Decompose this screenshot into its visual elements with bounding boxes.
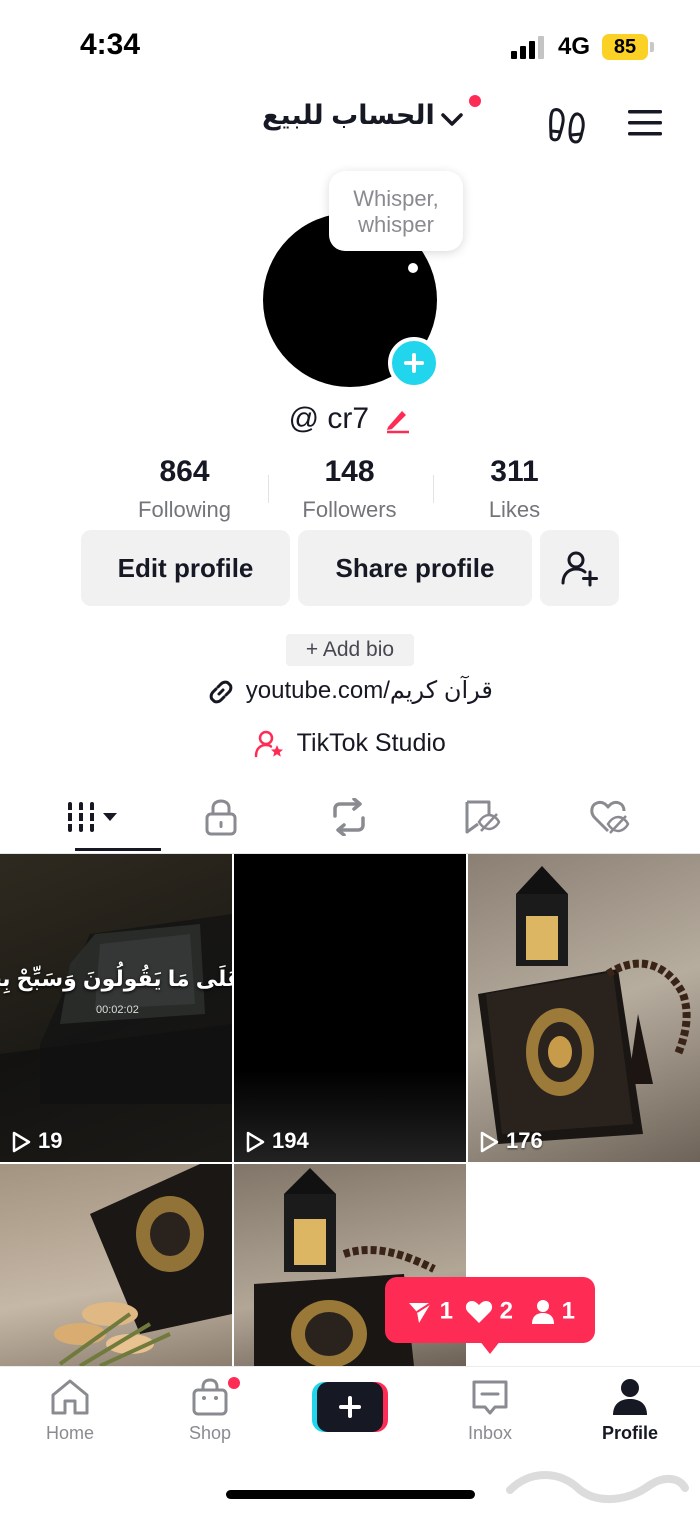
person-icon	[532, 1299, 554, 1324]
followers-notification: 1	[531, 1297, 575, 1326]
create-button[interactable]	[312, 1382, 388, 1432]
status-bar: 4:34 4G 85	[0, 0, 700, 90]
video-timestamp: 00:02:02	[96, 1004, 139, 1016]
edit-profile-button[interactable]: Edit profile	[81, 530, 290, 606]
shop-notification-dot	[228, 1377, 240, 1389]
link-icon	[209, 680, 233, 704]
video-overlay-text: عَلَى مَا يَقُولُونَ وَسَبِّحْ بِحَمْ	[0, 966, 232, 991]
creator-star-icon	[254, 731, 284, 758]
nav-profile-label: Profile	[601, 1423, 658, 1443]
plus-icon	[404, 353, 424, 373]
home-indicator[interactable]	[226, 1490, 475, 1499]
plus-icon	[339, 1396, 361, 1418]
view-count: 19	[10, 1128, 62, 1154]
likes-label: Likes	[488, 497, 541, 522]
add-friends-button[interactable]	[540, 530, 619, 606]
profile-tabs	[0, 782, 700, 854]
chevron-down-icon[interactable]	[440, 112, 464, 128]
battery-tip	[650, 42, 654, 52]
tab-favorites[interactable]	[412, 782, 552, 852]
signal-icon	[511, 35, 547, 59]
quran-flowers-image	[54, 1164, 232, 1366]
nav-shop[interactable]: Shop	[140, 1377, 280, 1444]
username: @ cr7	[288, 402, 370, 435]
likes-count: 311	[490, 455, 539, 488]
nav-profile[interactable]: Profile	[560, 1377, 700, 1444]
video-grid: عَلَى مَا يَقُولُونَ وَسَبِّحْ بِحَمْ 00…	[0, 854, 700, 1366]
stat-followers[interactable]: 148 Followers	[267, 455, 432, 523]
tiktok-studio-label: TikTok Studio	[296, 729, 446, 757]
following-count: 864	[159, 455, 210, 488]
video-thumbnail[interactable]: عَلَى مَا يَقُولُونَ وَسَبِّحْ بِحَمْ 00…	[0, 854, 232, 1162]
stat-likes[interactable]: 311 Likes	[432, 455, 597, 523]
whisper-bubble-tail	[408, 263, 418, 273]
edit-pencil-icon[interactable]	[383, 406, 411, 434]
battery-icon: 85	[602, 34, 648, 60]
home-icon	[51, 1379, 89, 1415]
play-icon	[246, 1131, 265, 1153]
likes-notification: 2	[465, 1297, 513, 1326]
profile-stats: 864 Following 148 Followers 311 Likes	[102, 455, 598, 525]
nav-shop-label: Shop	[188, 1423, 232, 1443]
inbox-icon	[472, 1380, 508, 1415]
add-avatar-button[interactable]	[388, 337, 440, 389]
username-row: @ cr7	[0, 402, 700, 436]
shopping-bag-icon	[192, 1378, 228, 1416]
footprints-icon[interactable]	[546, 104, 588, 146]
bio-link-text: youtube.com/قرآن كريم	[245, 677, 493, 704]
play-icon	[12, 1131, 31, 1153]
followers-count: 148	[324, 455, 375, 488]
add-user-icon	[561, 551, 598, 587]
profile-header: الحساب للبيع	[0, 90, 700, 160]
person-icon	[613, 1379, 647, 1415]
tab-private[interactable]	[151, 782, 291, 852]
lock-icon	[205, 799, 237, 836]
whisper-text: Whisper, whisper	[353, 186, 439, 237]
video-thumbnail[interactable]: 176	[468, 854, 700, 1162]
send-icon	[409, 1301, 432, 1323]
menu-icon[interactable]	[626, 108, 664, 138]
tab-videos[interactable]	[25, 782, 165, 852]
view-count: 176	[478, 1128, 543, 1154]
notification-tail	[479, 1340, 501, 1354]
active-tab-indicator	[75, 848, 161, 851]
grid-icon	[66, 802, 117, 832]
add-bio-button[interactable]: + Add bio	[286, 634, 414, 666]
activity-notification[interactable]: 1 2 1	[385, 1277, 595, 1343]
network-type: 4G	[558, 33, 591, 60]
video-thumbnail[interactable]: 194	[234, 854, 466, 1162]
nav-home[interactable]: Home	[0, 1377, 140, 1444]
shares-notification: 1	[407, 1297, 453, 1326]
nav-inbox[interactable]: Inbox	[420, 1377, 560, 1444]
bookmark-hidden-icon	[465, 800, 501, 834]
whisper-bubble[interactable]: Whisper, whisper	[329, 171, 463, 251]
tab-reposts[interactable]	[281, 782, 421, 852]
watermark-logo	[506, 1471, 689, 1504]
stat-following[interactable]: 864 Following	[102, 455, 267, 523]
nav-home-label: Home	[45, 1423, 94, 1443]
heart-icon	[465, 1300, 493, 1323]
video-thumbnail[interactable]	[0, 1164, 232, 1366]
bio-link[interactable]: youtube.com/قرآن كريم	[0, 676, 700, 706]
repost-icon	[333, 798, 365, 836]
following-label: Following	[138, 497, 231, 522]
followers-label: Followers	[302, 497, 397, 522]
share-profile-button[interactable]: Share profile	[298, 530, 532, 606]
tiktok-studio-link[interactable]: TikTok Studio	[0, 729, 700, 759]
notification-dot	[469, 95, 481, 107]
nav-inbox-label: Inbox	[467, 1423, 513, 1443]
play-icon	[480, 1131, 499, 1153]
account-switcher-label[interactable]: الحساب للبيع	[262, 100, 435, 131]
heart-hidden-icon	[590, 800, 630, 834]
tab-liked[interactable]	[540, 782, 680, 852]
status-time: 4:34	[80, 28, 141, 61]
quran-lantern-image	[478, 866, 691, 1144]
view-count: 194	[244, 1128, 309, 1154]
